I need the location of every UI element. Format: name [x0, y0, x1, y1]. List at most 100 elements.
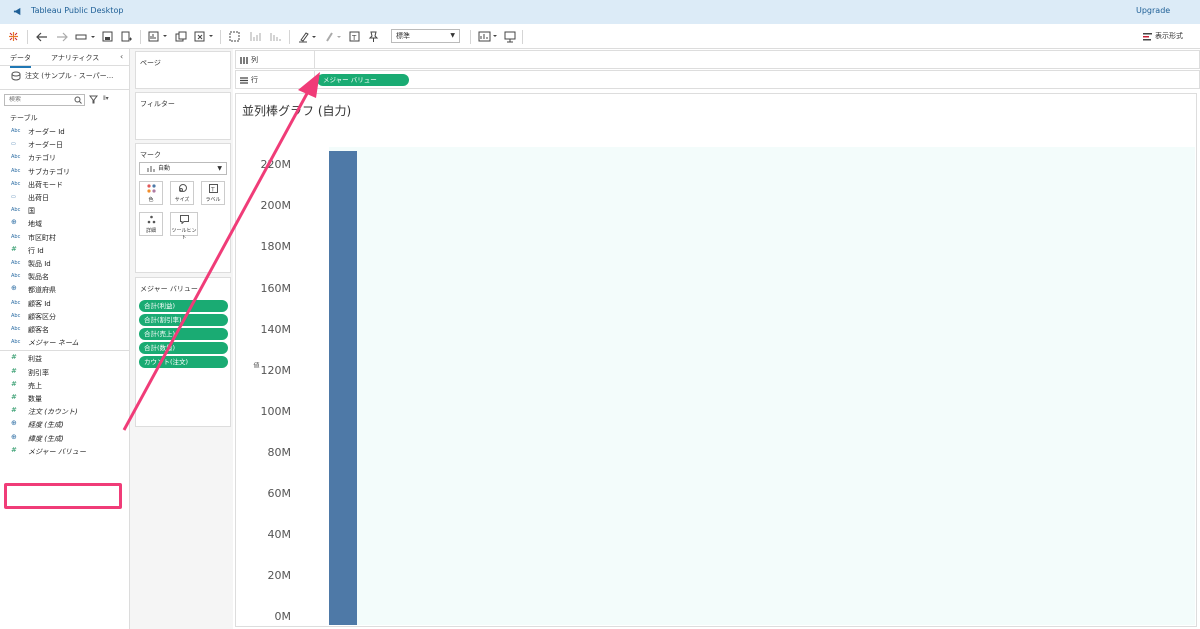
clear-sheet-icon[interactable]	[193, 29, 215, 44]
measure-pill-sales[interactable]: 合計(売上)	[139, 328, 228, 340]
dimension-item[interactable]: ⊕ 地域	[0, 217, 130, 230]
measure-pill-order-count[interactable]: カウント(注文)	[139, 356, 228, 368]
label-button[interactable]: T ラベル	[201, 181, 225, 205]
measures-divider	[0, 350, 130, 352]
measure-label: 割引率	[28, 368, 49, 377]
dimension-label: 出荷モード	[28, 180, 63, 189]
measure-item[interactable]: ⊕ 緯度 (生成)	[0, 432, 130, 445]
rows-shelf-label: 行	[251, 76, 258, 84]
sheet-title: 並列棒グラフ (自力)	[242, 104, 352, 118]
measure-item[interactable]: # 売上	[0, 379, 130, 392]
y-tick-label: 160M	[260, 281, 292, 295]
dimension-item[interactable]: # 行 Id	[0, 244, 130, 257]
measure-item[interactable]: # メジャー バリュー	[0, 445, 130, 458]
data-pane-tabs: データ アナリティクス ‹	[0, 49, 130, 68]
undo-icon[interactable]	[35, 29, 49, 44]
dimension-item[interactable]: ▭ 出荷日	[0, 191, 130, 204]
filters-card[interactable]: フィルター	[135, 92, 231, 140]
collapse-pane-icon[interactable]: ‹	[120, 52, 123, 61]
columns-shelf-label: 列	[251, 56, 258, 64]
globe-icon: ⊕	[11, 432, 17, 441]
dimension-label: 都道府県	[28, 286, 56, 295]
columns-shelf[interactable]: 列	[235, 50, 1200, 69]
y-tick-label: 180M	[260, 240, 292, 254]
measure-pill-discount[interactable]: 合計(割引率)	[139, 314, 228, 326]
dimension-item[interactable]: Abc 市区町村	[0, 231, 130, 244]
dimension-item[interactable]: Abc カテゴリ	[0, 151, 130, 164]
group-icon[interactable]	[322, 29, 344, 44]
measure-item[interactable]: # 数量	[0, 392, 130, 405]
size-button[interactable]: サイズ	[170, 181, 194, 205]
font-size-select[interactable]: 標準 ▼	[391, 29, 460, 43]
table-header: テーブル	[10, 114, 38, 122]
y-tick-label: 140M	[260, 322, 292, 336]
marks-card-title: マーク	[140, 151, 161, 159]
datasource-item[interactable]: 注文 (サンプル - スーパー...	[11, 71, 113, 81]
dimension-item[interactable]: ⊕ 都道府県	[0, 283, 130, 296]
duplicate-icon[interactable]	[174, 29, 188, 44]
dimension-item[interactable]: Abc メジャー ネーム	[0, 336, 130, 349]
sort-descending-icon[interactable]	[268, 29, 282, 44]
columns-icon	[240, 56, 248, 64]
measure-item[interactable]: # 利益	[0, 352, 130, 365]
new-datasource-icon[interactable]	[119, 29, 133, 44]
rows-pill-measure-values[interactable]: メジャー バリュー	[317, 74, 409, 86]
rows-shelf[interactable]: 行 メジャー バリュー	[235, 70, 1200, 89]
dimension-item[interactable]: ▭ オーダー日	[0, 138, 130, 151]
tab-analytics[interactable]: アナリティクス	[51, 53, 99, 63]
dimension-item[interactable]: Abc 出荷モード	[0, 178, 130, 191]
highlight-icon[interactable]	[297, 29, 319, 44]
dimension-item[interactable]: Abc 製品 Id	[0, 257, 130, 270]
dimension-item[interactable]: Abc 顧客区分	[0, 310, 130, 323]
label-icon[interactable]: T	[347, 29, 361, 44]
svg-text:T: T	[351, 34, 357, 42]
dimension-item[interactable]: Abc 顧客名	[0, 323, 130, 336]
dimension-item[interactable]: Abc オーダー Id	[0, 125, 130, 138]
dimension-item[interactable]: Abc 国	[0, 204, 130, 217]
y-tick-label: 20M	[267, 568, 292, 582]
show-me-button[interactable]: 表示形式	[1143, 31, 1183, 41]
pin-icon[interactable]	[366, 29, 380, 44]
search-field[interactable]	[4, 94, 85, 106]
swap-icon[interactable]	[228, 29, 242, 44]
bar-chart	[329, 151, 357, 625]
search-input[interactable]	[9, 96, 73, 103]
new-worksheet-icon[interactable]	[147, 29, 169, 44]
plot-area[interactable]	[329, 147, 1195, 625]
measure-item[interactable]: # 注文 (カウント)	[0, 405, 130, 418]
measure-label: 経度 (生成)	[28, 421, 64, 430]
measure-item[interactable]: ⊕ 経度 (生成)	[0, 418, 130, 431]
detail-button[interactable]: 詳細	[139, 212, 163, 236]
sort-ascending-icon[interactable]	[248, 29, 262, 44]
save-icon[interactable]	[100, 29, 114, 44]
color-button[interactable]: 色	[139, 181, 163, 205]
measure-item[interactable]: # 割引率	[0, 366, 130, 379]
bar[interactable]	[329, 151, 357, 625]
number-icon: #	[11, 379, 17, 388]
redo-icon[interactable]	[55, 29, 69, 44]
tooltip-button[interactable]: ツールヒント	[170, 212, 198, 241]
dimension-label: 顧客名	[28, 326, 49, 334]
present-icon[interactable]	[503, 29, 517, 44]
string-icon: Abc	[11, 180, 21, 187]
tableau-logo-icon[interactable]	[7, 29, 20, 44]
string-icon: Abc	[11, 260, 21, 266]
upgrade-link[interactable]: Upgrade	[1136, 6, 1170, 15]
globe-icon: ⊕	[11, 284, 17, 293]
dimension-label: 製品名	[28, 273, 49, 282]
replay-icon[interactable]	[74, 29, 96, 44]
calendar-icon: ▭	[11, 141, 16, 148]
y-tick-label: 80M	[267, 445, 292, 459]
dimension-item[interactable]: Abc サブカテゴリ	[0, 165, 130, 178]
measure-pill-profit[interactable]: 合計(利益)	[139, 300, 228, 312]
title-bar: Tableau Public Desktop Upgrade	[0, 0, 1200, 24]
view-options-icon[interactable]: ⦀▾	[103, 95, 109, 103]
measure-pill-quantity[interactable]: 合計(数量)	[139, 342, 228, 354]
pages-card[interactable]: ページ	[135, 51, 231, 89]
dimension-item[interactable]: Abc 製品名	[0, 270, 130, 283]
dimension-item[interactable]: Abc 顧客 Id	[0, 297, 130, 310]
tab-data[interactable]: データ	[10, 53, 31, 68]
filter-icon[interactable]	[89, 95, 98, 104]
presentation-mode-icon[interactable]	[477, 29, 499, 44]
mark-type-select[interactable]: 自動 ▼	[139, 162, 227, 175]
